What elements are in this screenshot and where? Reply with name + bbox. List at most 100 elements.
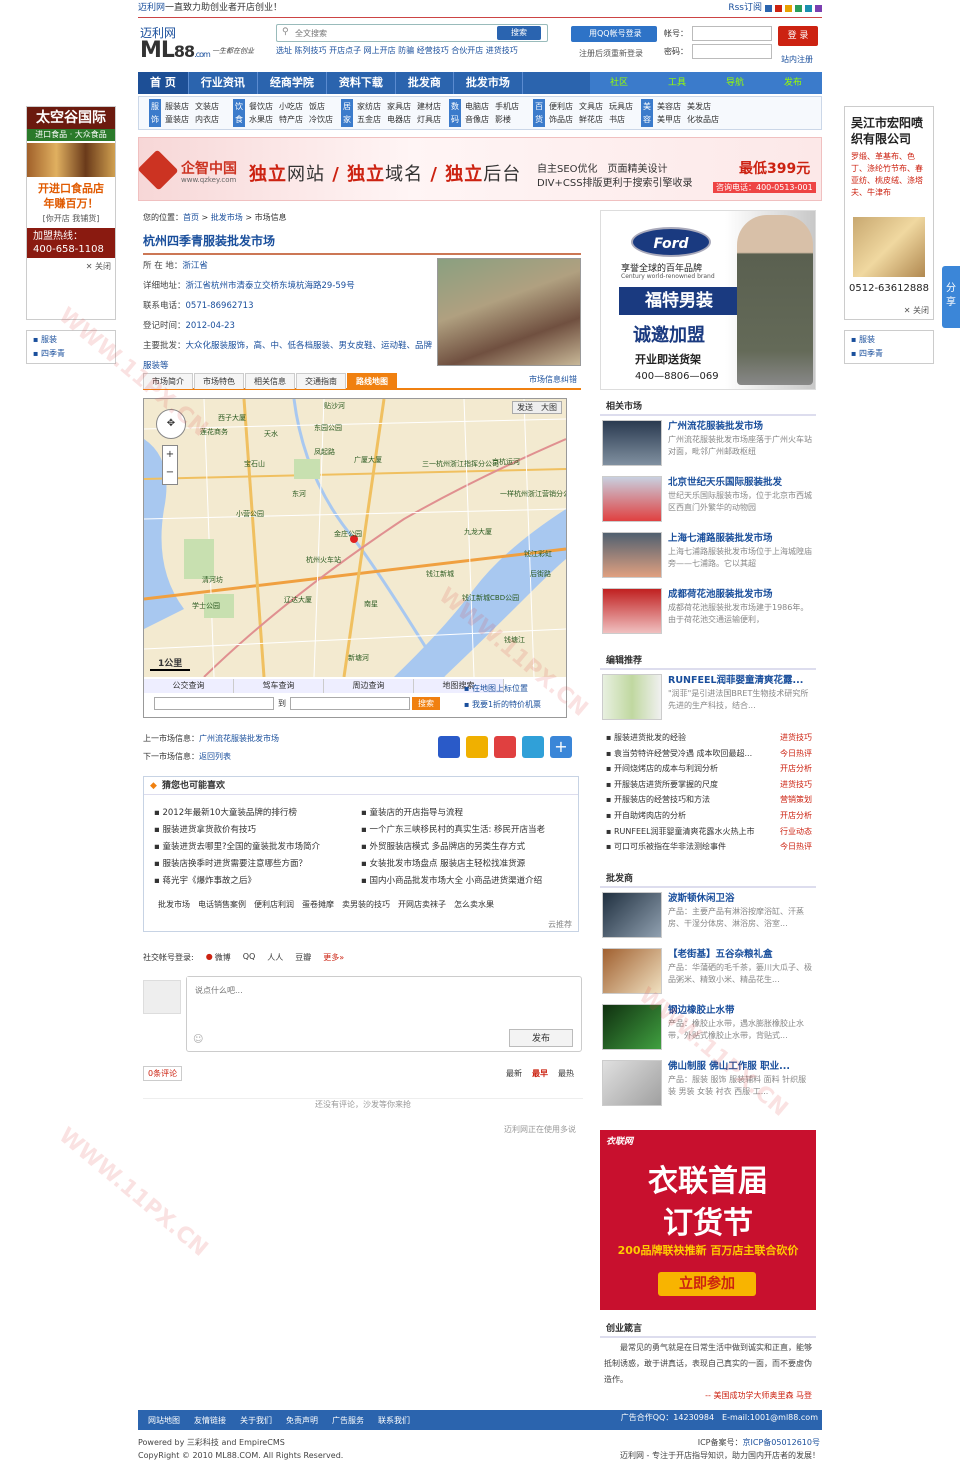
baidu-share-icon[interactable] [438, 736, 460, 758]
social-more[interactable]: 更多» [323, 952, 344, 963]
password-input[interactable] [692, 44, 772, 59]
ford-ad[interactable]: Ford 享誉全球的百年品牌 Century world-renowned br… [600, 210, 816, 390]
editor-item-category[interactable]: 今日热评 [780, 746, 812, 762]
cat-item[interactable]: 影楼 [495, 114, 519, 125]
recommend-item[interactable]: ▪ 2012年最新10大童装品牌的排行榜 [154, 805, 361, 822]
route-from-input[interactable] [154, 697, 274, 710]
tab-route-map[interactable]: 路线地图 [347, 373, 397, 389]
tab-intro[interactable]: 市场简介 [143, 373, 193, 389]
related-item-title[interactable]: 北京世纪天乐国际服装批发 [668, 476, 814, 489]
nav-academy[interactable]: 经商学院 [258, 72, 327, 94]
wholesaler-item[interactable]: 【老街基】五谷杂粮礼盒 产品：华蒲硒的毛千茶，篓川大瓜子、极品粥米、精致小米、精品… [600, 944, 816, 1000]
cat-item[interactable]: 五金店 [357, 114, 381, 125]
wholesaler-item[interactable]: 波斯顿休闲卫浴 产品：主要产品有淋浴按摩浴缸、汗蒸房、干湿分体房、淋浴房、浴室..… [600, 888, 816, 944]
share-sidebar[interactable]: 分享 [942, 266, 960, 328]
next-link[interactable]: 返回列表 [199, 752, 231, 761]
map-tab-drive[interactable]: 驾车查询 [234, 679, 324, 693]
cat-group-label[interactable]: 百货 [533, 99, 545, 127]
nav-community[interactable]: 社区 [590, 72, 648, 94]
cat-item[interactable]: 玩具店 [609, 101, 633, 112]
crumb-markets[interactable]: 批发市场 [211, 213, 243, 222]
recommend-item[interactable]: ▪ 服装店换季时进货需要注意哪些方面？ [154, 856, 361, 873]
wholesaler-item[interactable]: 佛山制服 佛山工作服 职业... 产品：服装 服饰 服装辅料 面料 针织服装 男装… [600, 1056, 816, 1112]
cat-item[interactable]: 文具店 [579, 101, 603, 112]
editor-item-category[interactable]: 进货技巧 [780, 777, 812, 793]
editor-list-item[interactable]: ▪ 开间烧烤店的成本与利润分析 开店分析 [606, 761, 812, 777]
map-big-button[interactable]: 大图 [541, 402, 557, 413]
cheap-ticket-link[interactable]: 我要1折的特价机票 [472, 700, 541, 709]
footer-contact[interactable]: 联系我们 [378, 1415, 410, 1426]
cat-item[interactable]: 建材店 [417, 101, 441, 112]
left-link-0[interactable]: 服装 [41, 335, 57, 344]
theme-swatch-purple[interactable] [815, 4, 822, 12]
editor-list-item[interactable]: ▪ 可口可乐被指在华非法测绘事件 今日热评 [606, 839, 812, 855]
editor-list-item[interactable]: ▪ RUNFEEL润菲婴童清爽花露水火热上市 行业动态 [606, 824, 812, 840]
wholesaler-title[interactable]: 【老街基】五谷杂粮礼盒 [668, 948, 814, 961]
cat-item[interactable]: 美容店 [657, 101, 681, 112]
footer-ads[interactable]: 广告服务 [332, 1415, 364, 1426]
cat-item[interactable]: 文装店 [195, 101, 219, 112]
related-item-title[interactable]: 广州流花服装批发市场 [668, 420, 814, 433]
theme-swatch-blue[interactable] [765, 4, 772, 12]
social-qq[interactable]: QQ [243, 952, 256, 963]
map-tab-bus[interactable]: 公交查询 [144, 679, 234, 693]
map-send-button[interactable]: 发送 [517, 402, 533, 413]
cat-item[interactable]: 便利店 [549, 101, 573, 112]
recommend-item[interactable]: ▪ 外贸服装店模式 多品牌店的另类生存方式 [361, 839, 568, 856]
recommend-item[interactable]: ▪ 童装店的开店指导与流程 [361, 805, 568, 822]
comment-input[interactable] [187, 977, 577, 1027]
editor-list-item[interactable]: ▪ 开自助烤肉店的分析 开店分析 [606, 808, 812, 824]
footer-sitemap[interactable]: 网站地图 [148, 1415, 180, 1426]
related-item-title[interactable]: 上海七浦路服装批发市场 [668, 532, 814, 545]
recommend-item[interactable]: ▪ 服装进货拿货款价有技巧 [154, 822, 361, 839]
cat-item[interactable]: 家纺店 [357, 101, 381, 112]
related-item[interactable]: 上海七浦路服装批发市场 上海七浦路服装批发市场位于上海城隍庙旁——七浦路。它以其超 [600, 528, 816, 584]
cat-item[interactable]: 书店 [609, 114, 633, 125]
username-input[interactable] [692, 26, 772, 41]
tab-features[interactable]: 市场特色 [194, 373, 244, 389]
correction-link[interactable]: 市场信息纠错 [529, 374, 577, 385]
crumb-home[interactable]: 首页 [183, 213, 199, 222]
editor-item-category[interactable]: 进货技巧 [780, 730, 812, 746]
editor-item-category[interactable]: 开店分析 [780, 808, 812, 824]
editor-top[interactable]: RUNFEEL润菲婴童清爽花露... "润菲"是引进法国BRET生物技术研究所先进… [600, 670, 816, 726]
cat-item[interactable]: 冷饮店 [309, 114, 333, 125]
cat-group-label[interactable]: 服饰 [149, 99, 161, 127]
weibo-share-icon[interactable] [494, 736, 516, 758]
nav-home[interactable]: 首 页 [138, 72, 189, 94]
cat-group-label[interactable]: 饮食 [233, 99, 245, 127]
city-map[interactable]: 西子大厦 莲花商务 东园公园 天水 凤起路 广厦大厦 三一杭州浙江指挥分公司 京杭运河 一样杭州… [144, 399, 566, 677]
social-renren[interactable]: 人人 [267, 952, 283, 963]
editor-item-category[interactable]: 行业动态 [780, 824, 812, 840]
star-share-icon[interactable] [466, 736, 488, 758]
tab-related[interactable]: 相关信息 [245, 373, 295, 389]
recommend-keyword[interactable]: 怎么卖水果 [454, 900, 494, 909]
map-zoom-control[interactable]: + − [162, 445, 178, 485]
recommend-keyword[interactable]: 便利店利润 [254, 900, 294, 909]
wholesaler-item[interactable]: 钢边橡胶止水带 产品：橡胶止水带，遇水膨胀橡胶止水带，外贴式橡胶止水带，背贴式..… [600, 1000, 816, 1056]
related-item[interactable]: 北京世纪天乐国际服装批发 世纪天乐国际服装市场，位于北京市西城区西直门外繁华的动物… [600, 472, 816, 528]
editor-list-item[interactable]: ▪ 袁当劳特许经营受冷遇 成本吹回最超... 今日热评 [606, 746, 812, 762]
qzkey-banner[interactable]: 企智中国 www.qzkey.com 独立网站 / 独立域名 / 独立后台 自主… [137, 137, 822, 201]
sort-newest[interactable]: 最新 [506, 1068, 522, 1079]
sort-oldest[interactable]: 最早 [532, 1068, 548, 1079]
cat-item[interactable]: 水果店 [249, 114, 273, 125]
footer-about[interactable]: 关于我们 [240, 1415, 272, 1426]
left-link-1[interactable]: 四季青 [41, 349, 65, 358]
editor-item-category[interactable]: 营销策划 [780, 792, 812, 808]
register-link[interactable]: 站内注册 [781, 54, 813, 65]
cat-item[interactable]: 内衣店 [195, 114, 219, 125]
related-item[interactable]: 成都荷花池服装批发市场 成都荷花池服装批发市场建于1986年。由于荷花池交通运输便… [600, 584, 816, 640]
nav-wholesalers[interactable]: 批发商 [396, 72, 454, 94]
nav-news[interactable]: 行业资讯 [189, 72, 258, 94]
left-ad-close[interactable]: 关闭 [95, 262, 111, 271]
right-link-1[interactable]: 四季青 [859, 349, 883, 358]
map-tab-nearby[interactable]: 周边查询 [324, 679, 414, 693]
info-value[interactable]: 浙江省 [182, 261, 208, 271]
cat-group-label[interactable]: 美容 [641, 99, 653, 127]
more-share-icon[interactable]: + [550, 736, 572, 758]
recommend-item[interactable]: ▪ 童装进货去哪里?全国的童装批发市场简介 [154, 839, 361, 856]
recommend-item[interactable]: ▪ 国内小商品批发市场大全 小商品进货渠道介绍 [361, 873, 568, 890]
editor-list-item[interactable]: ▪ 开服装店进货所要掌握的尺度 进货技巧 [606, 777, 812, 793]
prev-link[interactable]: 广州流花服装批发市场 [199, 734, 279, 743]
